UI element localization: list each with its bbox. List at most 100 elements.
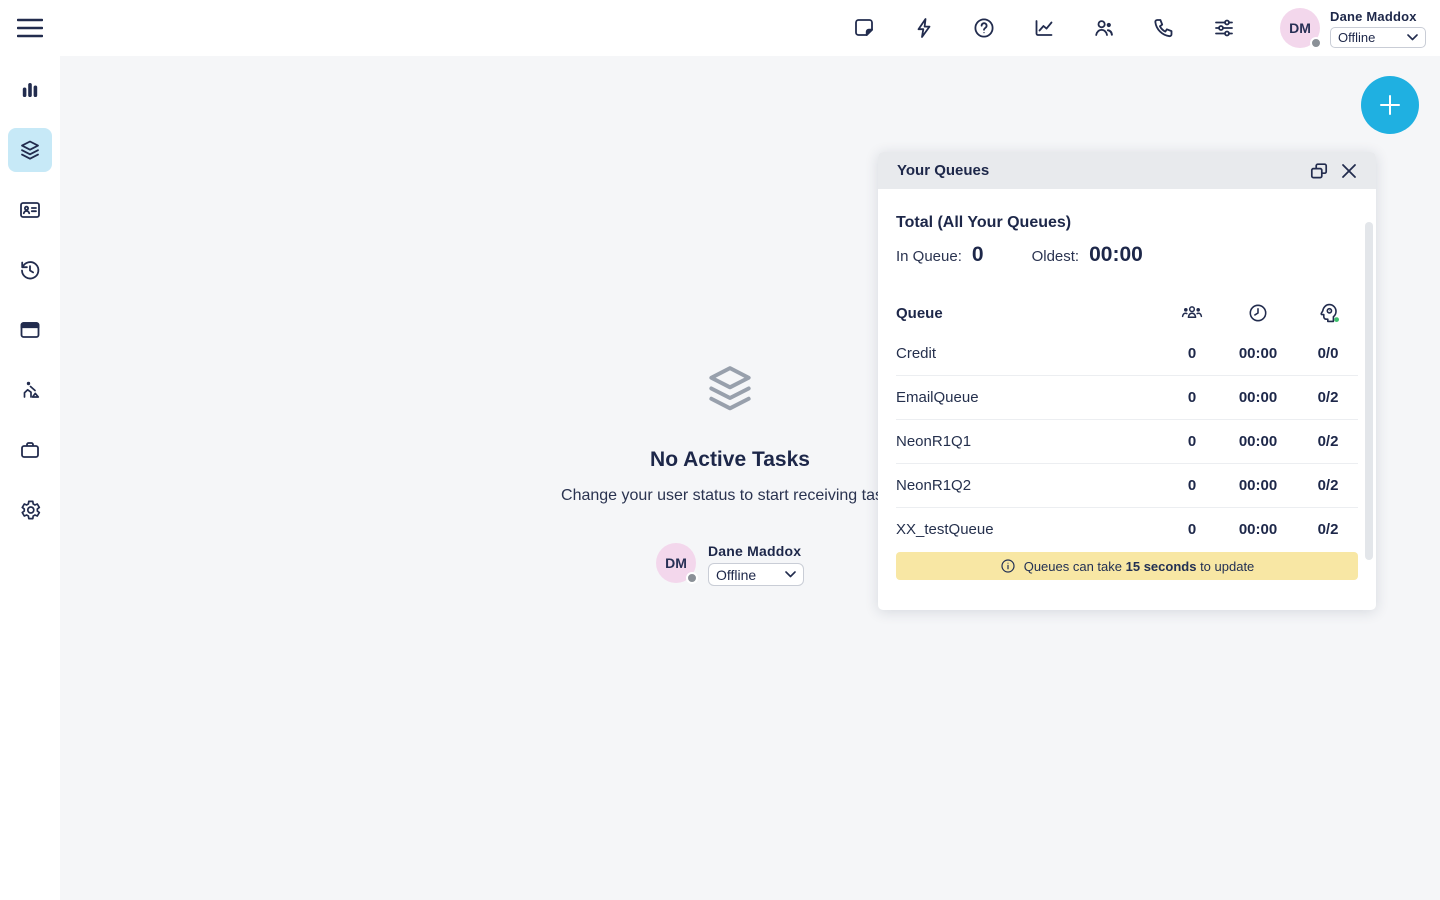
note-icon bbox=[852, 16, 876, 40]
avatar: DM bbox=[656, 543, 696, 583]
update-notice: Queues can take 15 seconds to update bbox=[896, 552, 1358, 580]
queue-row[interactable]: NeonR1Q1 0 00:00 0/2 bbox=[896, 419, 1358, 463]
close-panel-button[interactable] bbox=[1334, 156, 1364, 186]
popout-button[interactable] bbox=[1304, 156, 1334, 186]
top-bar: DM Dane Maddox Offline bbox=[0, 0, 1440, 56]
queue-oldest: 00:00 bbox=[1218, 477, 1298, 494]
avatar-initials: DM bbox=[665, 555, 687, 571]
layers-icon-large bbox=[530, 360, 930, 416]
oldest-label: Oldest: bbox=[1032, 248, 1080, 265]
info-icon bbox=[1000, 558, 1016, 574]
sliders-icon bbox=[1212, 16, 1236, 40]
close-icon bbox=[1341, 163, 1357, 179]
phone-button[interactable] bbox=[1134, 0, 1194, 56]
quick-actions-button[interactable] bbox=[894, 0, 954, 56]
hamburger-menu-button[interactable] bbox=[8, 6, 52, 50]
your-queues-panel: Your Queues Total (All Your Queues) In Q… bbox=[878, 152, 1376, 610]
queues-table-header: Queue bbox=[896, 295, 1358, 331]
queue-row[interactable]: NeonR1Q2 0 00:00 0/2 bbox=[896, 463, 1358, 507]
popout-icon bbox=[1309, 161, 1329, 181]
queue-in-queue: 0 bbox=[1166, 345, 1218, 362]
user-chip: DM Dane Maddox Offline bbox=[1280, 8, 1426, 48]
help-icon bbox=[972, 16, 996, 40]
lightning-icon bbox=[912, 16, 936, 40]
queue-oldest: 00:00 bbox=[1218, 433, 1298, 450]
history-icon bbox=[18, 258, 42, 282]
briefcase-icon bbox=[18, 438, 42, 462]
status-value: Offline bbox=[1338, 30, 1375, 45]
agent-availability-icon bbox=[1298, 301, 1358, 325]
chevron-down-icon bbox=[785, 571, 796, 578]
status-select[interactable]: Offline bbox=[1330, 27, 1426, 48]
presence-dot bbox=[686, 572, 698, 584]
sidebar-item-builder[interactable] bbox=[8, 368, 52, 412]
total-stats: In Queue: 0 Oldest: 00:00 bbox=[896, 243, 1358, 267]
queue-row[interactable]: Credit 0 00:00 0/0 bbox=[896, 331, 1358, 375]
queue-oldest: 00:00 bbox=[1218, 389, 1298, 406]
chart-icon bbox=[1032, 16, 1056, 40]
status-select[interactable]: Offline bbox=[708, 563, 804, 586]
sidebar-item-history[interactable] bbox=[8, 248, 52, 292]
queue-agents: 0/2 bbox=[1298, 433, 1358, 450]
queue-name: XX_testQueue bbox=[896, 521, 1166, 538]
queue-in-queue: 0 bbox=[1166, 433, 1218, 450]
queue-name: NeonR1Q2 bbox=[896, 477, 1166, 494]
panel-title: Your Queues bbox=[897, 162, 989, 179]
construction-icon bbox=[18, 378, 42, 402]
queue-in-queue: 0 bbox=[1166, 389, 1218, 406]
sidebar-item-workspace[interactable] bbox=[8, 308, 52, 352]
empty-state: No Active Tasks Change your user status … bbox=[530, 360, 930, 586]
preferences-button[interactable] bbox=[1194, 0, 1254, 56]
analytics-button[interactable] bbox=[1014, 0, 1074, 56]
in-queue-label: In Queue: bbox=[896, 248, 962, 265]
sidebar-item-contacts[interactable] bbox=[8, 188, 52, 232]
phone-icon bbox=[1152, 16, 1176, 40]
contacts-button[interactable] bbox=[1074, 0, 1134, 56]
empty-state-subtitle: Change your user status to start receivi… bbox=[530, 487, 930, 505]
user-name: Dane Maddox bbox=[1330, 9, 1426, 24]
queue-agents: 0/2 bbox=[1298, 477, 1358, 494]
clock-icon bbox=[1218, 302, 1298, 324]
contacts-icon bbox=[1092, 16, 1116, 40]
queue-name: EmailQueue bbox=[896, 389, 1166, 406]
bar-chart-icon bbox=[18, 78, 42, 102]
queue-in-queue: 0 bbox=[1166, 521, 1218, 538]
help-button[interactable] bbox=[954, 0, 1014, 56]
notes-button[interactable] bbox=[834, 0, 894, 56]
panel-scrollbar[interactable] bbox=[1365, 222, 1373, 560]
queue-row[interactable]: XX_testQueue 0 00:00 0/2 bbox=[896, 507, 1358, 551]
queue-column-header: Queue bbox=[896, 305, 1166, 322]
queue-agents: 0/0 bbox=[1298, 345, 1358, 362]
sidebar-item-tasks[interactable] bbox=[8, 128, 52, 172]
queue-row[interactable]: EmailQueue 0 00:00 0/2 bbox=[896, 375, 1358, 419]
in-queue-value: 0 bbox=[972, 243, 984, 267]
avatar-initials: DM bbox=[1289, 20, 1311, 36]
empty-state-title: No Active Tasks bbox=[530, 448, 930, 472]
queue-in-queue: 0 bbox=[1166, 477, 1218, 494]
hamburger-icon bbox=[17, 18, 43, 38]
chevron-down-icon bbox=[1407, 34, 1418, 41]
gear-icon bbox=[18, 498, 42, 522]
sidebar-item-toolbox[interactable] bbox=[8, 428, 52, 472]
notice-text: Queues can take 15 seconds to update bbox=[1024, 559, 1255, 574]
panel-header[interactable]: Your Queues bbox=[878, 152, 1376, 189]
queue-agents: 0/2 bbox=[1298, 521, 1358, 538]
oldest-value: 00:00 bbox=[1089, 243, 1143, 267]
left-sidebar bbox=[0, 56, 60, 900]
queues-table: Queue Credit 0 00:00 0/0 EmailQueue bbox=[896, 295, 1358, 551]
people-icon bbox=[1166, 302, 1218, 324]
queue-name: Credit bbox=[896, 345, 1166, 362]
queue-oldest: 00:00 bbox=[1218, 345, 1298, 362]
contact-card-icon bbox=[18, 198, 42, 222]
layers-icon bbox=[18, 138, 42, 162]
queue-agents: 0/2 bbox=[1298, 389, 1358, 406]
user-name: Dane Maddox bbox=[708, 543, 804, 559]
status-value: Offline bbox=[716, 567, 756, 583]
sidebar-item-dashboard[interactable] bbox=[8, 68, 52, 112]
empty-state-user-chip: DM Dane Maddox Offline bbox=[656, 543, 804, 586]
add-task-button[interactable] bbox=[1361, 76, 1419, 134]
window-icon bbox=[18, 318, 42, 342]
avatar[interactable]: DM bbox=[1280, 8, 1320, 48]
sidebar-item-settings[interactable] bbox=[8, 488, 52, 532]
queue-name: NeonR1Q1 bbox=[896, 433, 1166, 450]
